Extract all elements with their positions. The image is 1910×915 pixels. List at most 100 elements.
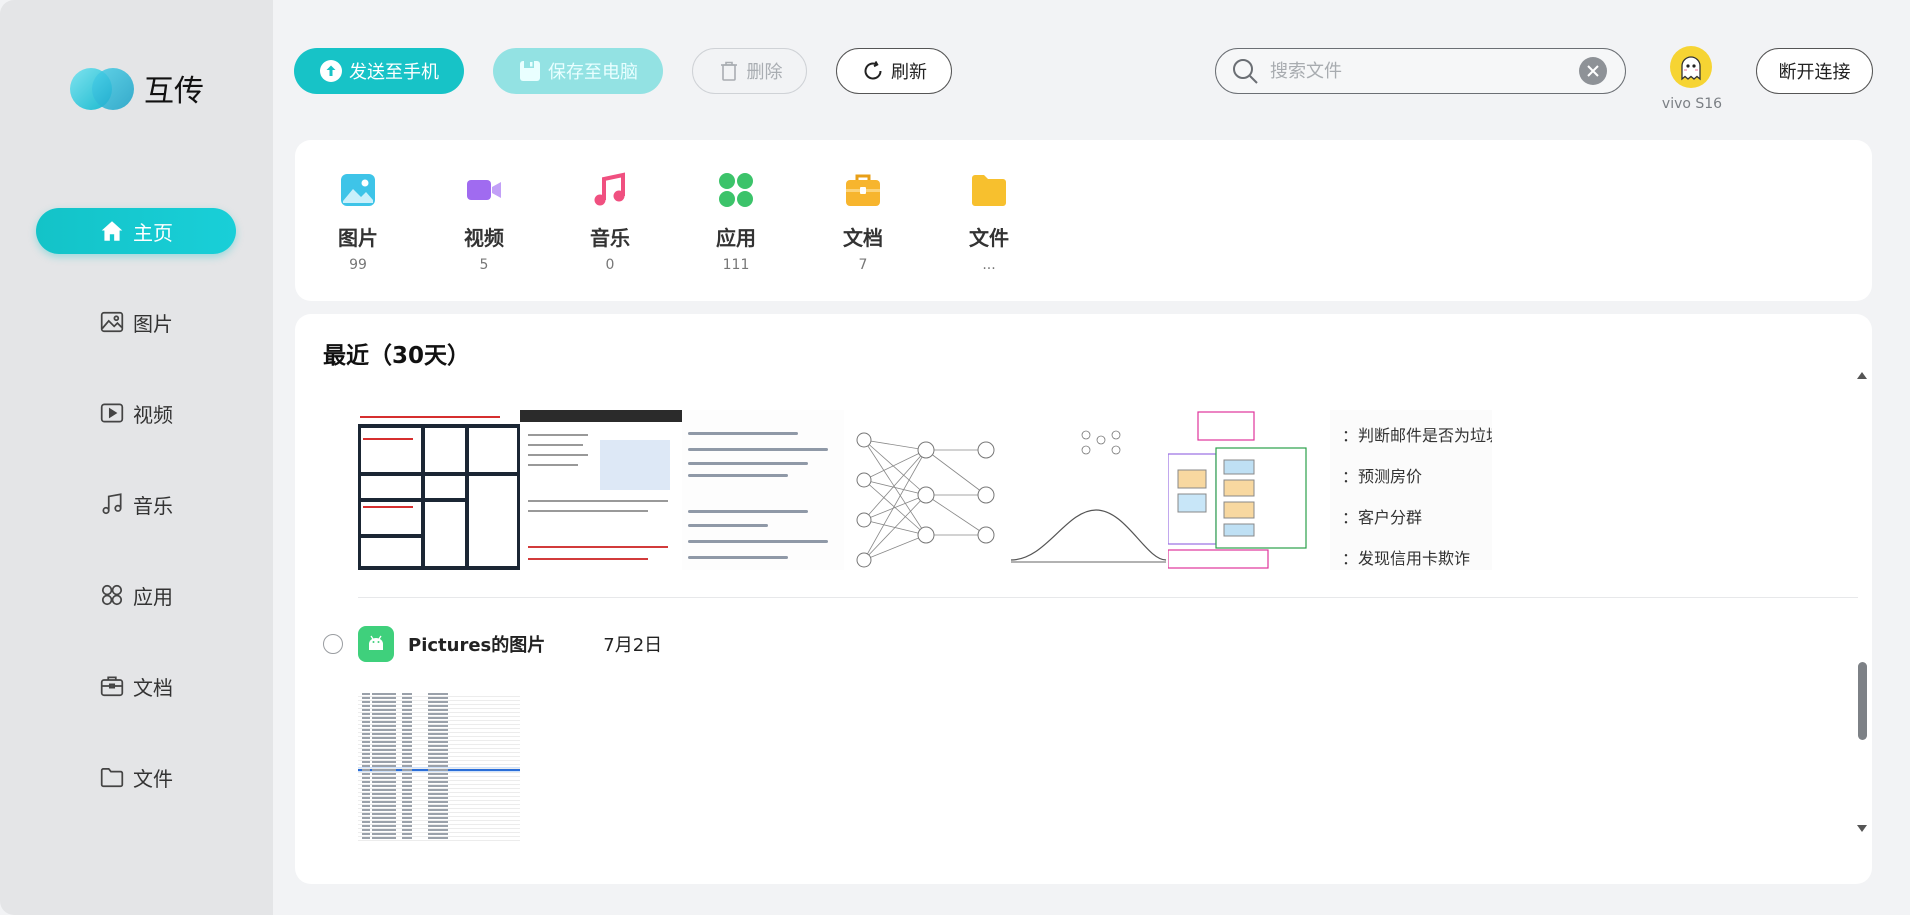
sidebar-item-music[interactable]: 音乐 (36, 481, 236, 527)
folder-category-icon (972, 175, 1006, 206)
video-category-icon (467, 180, 501, 200)
save-to-pc-label: 保存至电脑 (548, 62, 638, 83)
music-category-icon (594, 172, 625, 206)
category-music[interactable]: 音乐 0 (560, 170, 660, 273)
sidebar-item-label: 音乐 (133, 493, 173, 518)
recent-title: 最近（30天） (323, 336, 481, 370)
image-thumbnail[interactable]: ：判断邮件是否为垃圾 ：预测房价 ：客户分群 ：发现信用卡欺诈 (1330, 410, 1492, 570)
image-thumbnail[interactable] (358, 410, 520, 570)
scroll-down-arrow[interactable] (1857, 825, 1867, 832)
category-count: ... (982, 257, 996, 273)
sidebar-item-apps[interactable]: 应用 (36, 572, 236, 618)
search-box[interactable] (1215, 48, 1626, 94)
clear-search-button[interactable] (1579, 57, 1607, 85)
sidebar-item-documents[interactable]: 文档 (36, 663, 236, 709)
disconnect-label: 断开连接 (1778, 62, 1851, 83)
group-select-radio[interactable] (323, 634, 343, 654)
thumbnail-row: ：判断邮件是否为垃圾 ：预测房价 ：客户分群 ：发现信用卡欺诈 (358, 410, 1492, 570)
device-avatar (1670, 46, 1712, 88)
device-name: vivo S16 (1661, 96, 1723, 112)
category-name: 音乐 (590, 226, 630, 250)
folder-icon (100, 768, 124, 788)
image-thumbnail[interactable] (1168, 410, 1330, 570)
refresh-label: 刷新 (891, 62, 927, 83)
search-input[interactable] (1270, 60, 1570, 82)
send-to-phone-label: 发送至手机 (349, 62, 439, 83)
briefcase-icon (100, 676, 124, 697)
image-icon (100, 311, 124, 333)
sidebar-item-label: 主页 (133, 220, 173, 245)
app-logo: 互传 (68, 64, 204, 112)
image-thumbnail[interactable] (520, 410, 682, 570)
logo-icon (68, 64, 136, 112)
image-thumbnail[interactable] (844, 410, 1006, 570)
search-icon (1233, 59, 1258, 84)
apps-category-icon (719, 173, 753, 207)
category-count: 0 (605, 257, 615, 273)
sidebar-item-label: 文件 (133, 766, 173, 791)
ghost-icon (1681, 56, 1701, 81)
document-category-icon (846, 174, 880, 206)
category-apps[interactable]: 应用 111 (686, 170, 786, 273)
category-name: 文档 (843, 226, 883, 250)
sidebar-item-label: 应用 (133, 584, 173, 609)
group-divider (358, 597, 1858, 598)
category-documents[interactable]: 文档 7 (813, 170, 913, 273)
refresh-button[interactable]: 刷新 (836, 48, 952, 94)
upload-icon (320, 60, 342, 82)
close-icon (1587, 65, 1599, 77)
image-thumbnail[interactable] (1006, 410, 1168, 570)
app-name: 互传 (144, 74, 204, 109)
sidebar-item-images[interactable]: 图片 (36, 299, 236, 345)
save-to-pc-button[interactable]: 保存至电脑 (493, 48, 663, 94)
save-icon (520, 61, 540, 81)
architecture-figure (1168, 411, 1307, 569)
group-header: Pictures的图片 7月2日 (323, 626, 662, 662)
android-icon (358, 626, 394, 662)
scrollbar-thumb[interactable] (1858, 662, 1867, 740)
sidebar-item-videos[interactable]: 视频 (36, 390, 236, 436)
trash-icon (720, 61, 737, 81)
recent-card: 最近（30天） ：判断邮件是否为垃圾 ：预测房价 ：客户分群 ：发现信用卡欺诈 … (295, 314, 1872, 884)
neural-network-figure (856, 432, 995, 568)
group-name: Pictures的图片 (408, 635, 546, 656)
music-icon (102, 493, 122, 515)
category-name: 应用 (716, 226, 756, 250)
sidebar-item-files[interactable]: 文件 (36, 754, 236, 800)
sidebar-item-label: 图片 (133, 311, 173, 336)
curve-figure (1010, 430, 1167, 563)
category-count: 99 (349, 257, 367, 273)
category-card: 图片 99 视频 5 音乐 0 应用 111 文档 7 文件 ... (295, 140, 1872, 301)
image-thumbnail[interactable] (682, 410, 844, 570)
delete-button[interactable]: 删除 (692, 48, 807, 94)
thumbnail-text: ：客户分群 (1342, 508, 1423, 527)
scroll-up-arrow[interactable] (1857, 372, 1867, 379)
sidebar-item-home[interactable]: 主页 (36, 208, 236, 254)
video-icon (100, 403, 124, 423)
thumbnail-text: ：判断邮件是否为垃圾 (1342, 426, 1492, 445)
category-name: 文件 (969, 226, 1009, 250)
apps-icon (101, 584, 123, 606)
sidebar: 互传 主页 图片 视频 音乐 应用 文档 文件 (0, 0, 273, 915)
category-name: 视频 (464, 226, 504, 250)
category-files[interactable]: 文件 ... (939, 170, 1039, 273)
thumbnail-text: ：发现信用卡欺诈 (1342, 549, 1471, 568)
refresh-icon (864, 61, 882, 80)
home-icon (101, 221, 123, 241)
disconnect-button[interactable]: 断开连接 (1756, 48, 1873, 94)
image-thumbnail[interactable] (358, 689, 520, 841)
delete-label: 删除 (746, 62, 783, 83)
image-category-icon (341, 174, 375, 206)
category-images[interactable]: 图片 99 (308, 170, 408, 273)
device-info[interactable]: vivo S16 (1662, 46, 1722, 112)
category-count: 111 (722, 257, 750, 273)
sidebar-nav: 主页 图片 视频 音乐 应用 文档 文件 (36, 208, 236, 845)
category-count: 7 (858, 257, 868, 273)
category-count: 5 (479, 257, 489, 273)
sidebar-item-label: 视频 (133, 402, 173, 427)
sidebar-item-label: 文档 (133, 675, 173, 700)
send-to-phone-button[interactable]: 发送至手机 (294, 48, 464, 94)
group-date: 7月2日 (603, 635, 663, 656)
category-videos[interactable]: 视频 5 (434, 170, 534, 273)
category-name: 图片 (338, 226, 378, 250)
